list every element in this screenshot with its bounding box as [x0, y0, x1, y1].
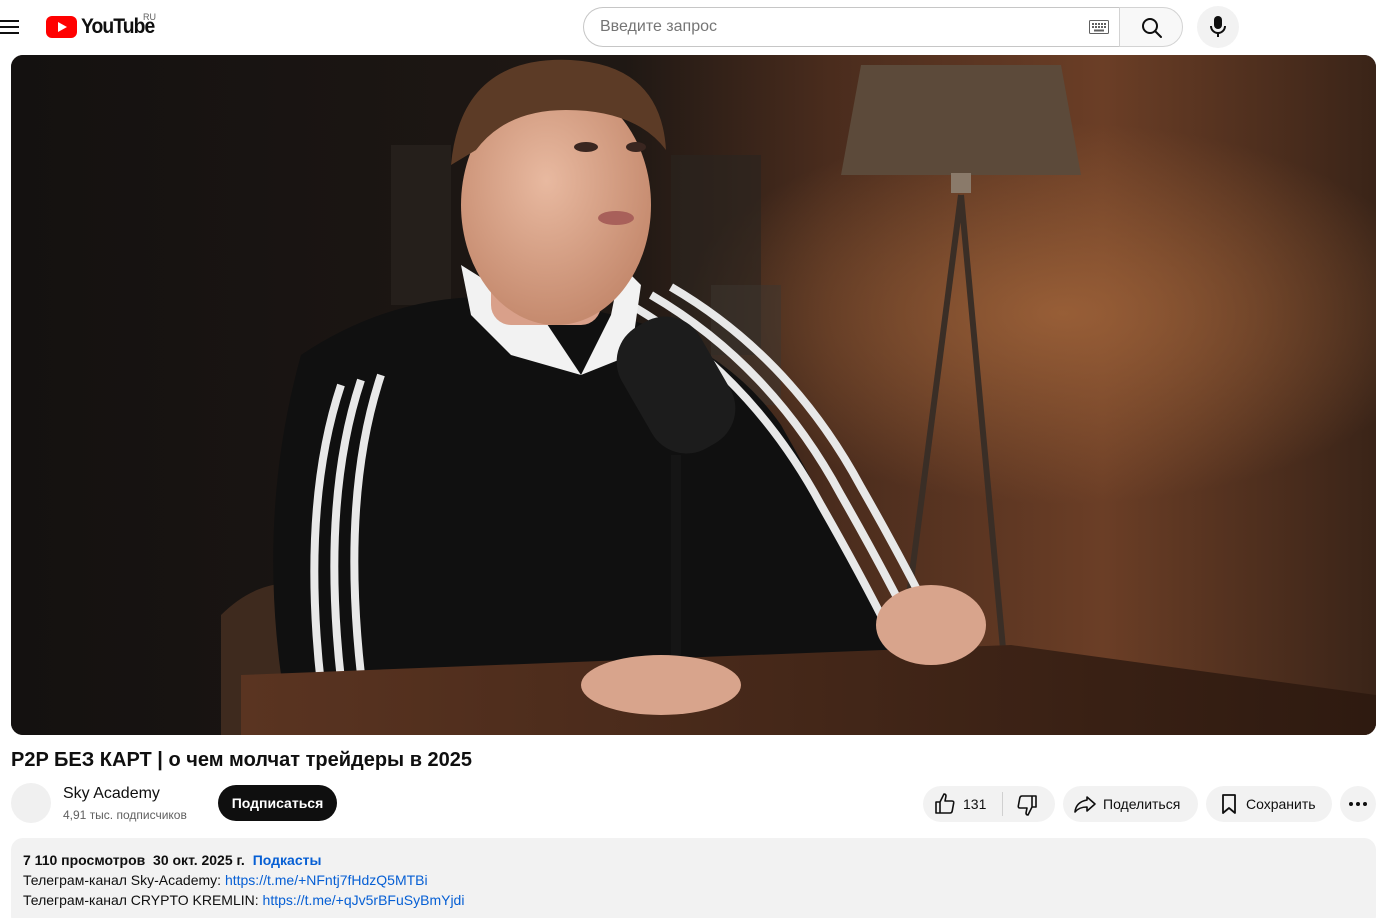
region-badge: RU: [143, 12, 156, 22]
save-label: Сохранить: [1246, 796, 1316, 812]
description-line: Телеграм-канал CRYPTO KREMLIN: https://t…: [23, 892, 464, 908]
like-button[interactable]: 131: [923, 786, 1002, 822]
description-line-label: Телеграм-канал Sky-Academy:: [23, 872, 225, 888]
share-label: Поделиться: [1103, 796, 1181, 812]
keyboard-icon[interactable]: [1089, 20, 1109, 34]
view-count: 7 110 просмотров: [23, 852, 146, 868]
channel-avatar[interactable]: [11, 783, 51, 823]
video-frame: [11, 55, 1376, 735]
description-meta: 7 110 просмотров 30 окт. 2025 г. Подкаст…: [23, 852, 321, 868]
masthead: YouTube RU: [0, 0, 1384, 55]
search-button[interactable]: [1119, 7, 1183, 47]
youtube-logo-icon: [46, 16, 77, 38]
share-button[interactable]: Поделиться: [1063, 786, 1198, 822]
description-line: Телеграм-канал Sky-Academy: https://t.me…: [23, 872, 428, 888]
telegram-link-crypto-kremlin[interactable]: https://t.me/+qJv5rBFuSyBmYjdi: [263, 892, 465, 908]
upload-date: 30 окт. 2025 г.: [153, 852, 245, 868]
save-button[interactable]: Сохранить: [1206, 786, 1332, 822]
thumbs-up-icon: [935, 793, 955, 814]
category-tag[interactable]: Подкасты: [253, 852, 322, 868]
share-icon: [1074, 796, 1096, 813]
dislike-button[interactable]: [1003, 786, 1055, 822]
telegram-link-sky-academy[interactable]: https://t.me/+NFntj7fHdzQ5MTBi: [225, 872, 428, 888]
video-title: P2P БЕЗ КАРТ | о чем молчат трейдеры в 2…: [11, 749, 473, 771]
like-dislike-group: 131: [923, 786, 1055, 822]
voice-search-button[interactable]: [1197, 6, 1239, 48]
thumbs-down-icon: [1017, 795, 1037, 816]
more-icon: [1349, 802, 1367, 806]
description-line-label: Телеграм-канал CRYPTO KREMLIN:: [23, 892, 263, 908]
description-box[interactable]: 7 110 просмотров 30 окт. 2025 г. Подкаст…: [11, 838, 1376, 918]
channel-name[interactable]: Sky Academy: [63, 785, 160, 803]
like-count: 131: [963, 796, 987, 812]
microphone-icon: [1210, 16, 1226, 37]
search-icon: [1142, 18, 1162, 38]
bookmark-icon: [1222, 794, 1236, 814]
subscriber-count: 4,91 тыс. подписчиков: [63, 808, 187, 822]
subscribe-button[interactable]: Подписаться: [218, 785, 337, 821]
menu-icon[interactable]: [0, 14, 22, 40]
search-input[interactable]: [600, 8, 1080, 46]
video-player[interactable]: [11, 55, 1376, 735]
more-actions-button[interactable]: [1340, 786, 1376, 822]
search-box: [583, 7, 1120, 47]
